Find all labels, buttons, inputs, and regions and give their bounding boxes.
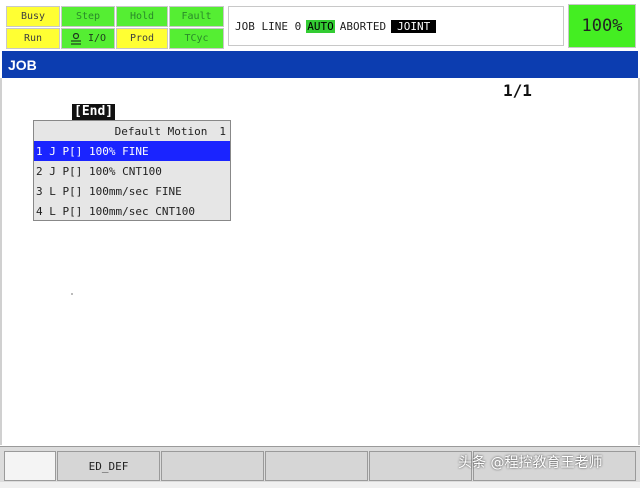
status-busy: Busy (6, 6, 60, 27)
program-state: ABORTED (339, 19, 387, 33)
status-step: Step (61, 6, 115, 27)
fkey-f2-ed-def[interactable]: ED_DEF (57, 451, 160, 481)
menu-item[interactable]: 3 L P[] 100mm/sec FINE (34, 181, 230, 201)
fkey-f3[interactable] (161, 451, 264, 481)
screen-artifact (71, 293, 73, 295)
menu-title: Default Motion (114, 124, 208, 138)
page-indicator: 1/1 (503, 81, 532, 100)
status-hold: Hold (116, 6, 168, 27)
io-icon (70, 32, 84, 45)
speed-override: 100% (568, 4, 636, 48)
fkey-f4[interactable] (265, 451, 368, 481)
coord-system-badge: JOINT (391, 19, 437, 33)
mode-badge: AUTO (306, 19, 335, 33)
menu-header: Default Motion 1 (34, 121, 230, 141)
fkey-f5[interactable] (369, 451, 472, 481)
menu-number: 1 (219, 124, 226, 138)
end-marker[interactable]: [End] (72, 104, 116, 120)
watermark: 头条 @程控教育王老师 (458, 455, 603, 471)
bottom-strip (0, 482, 640, 488)
menu-item[interactable]: 4 L P[] 100mm/sec CNT100 (34, 201, 230, 221)
screen-title-bar: JOB (2, 51, 638, 78)
screen-title: JOB (8, 56, 37, 73)
default-motion-menu: Default Motion 1 1 J P[] 100% FINE 2 J P… (33, 120, 231, 221)
program-line-label: JOB LINE 0 (235, 19, 302, 33)
menu-item[interactable]: 1 J P[] 100% FINE (34, 141, 230, 161)
status-run: Run (6, 28, 60, 49)
status-io-label: I/O (87, 33, 107, 44)
left-border (0, 78, 2, 445)
fkey-f1[interactable] (4, 451, 56, 481)
status-io: I/O (61, 28, 115, 49)
status-prod: Prod (116, 28, 168, 49)
program-status-line: JOB LINE 0 AUTO ABORTED JOINT (228, 6, 564, 46)
menu-item[interactable]: 2 J P[] 100% CNT100 (34, 161, 230, 181)
status-fault: Fault (169, 6, 224, 27)
status-tcyc: TCyc (169, 28, 224, 49)
